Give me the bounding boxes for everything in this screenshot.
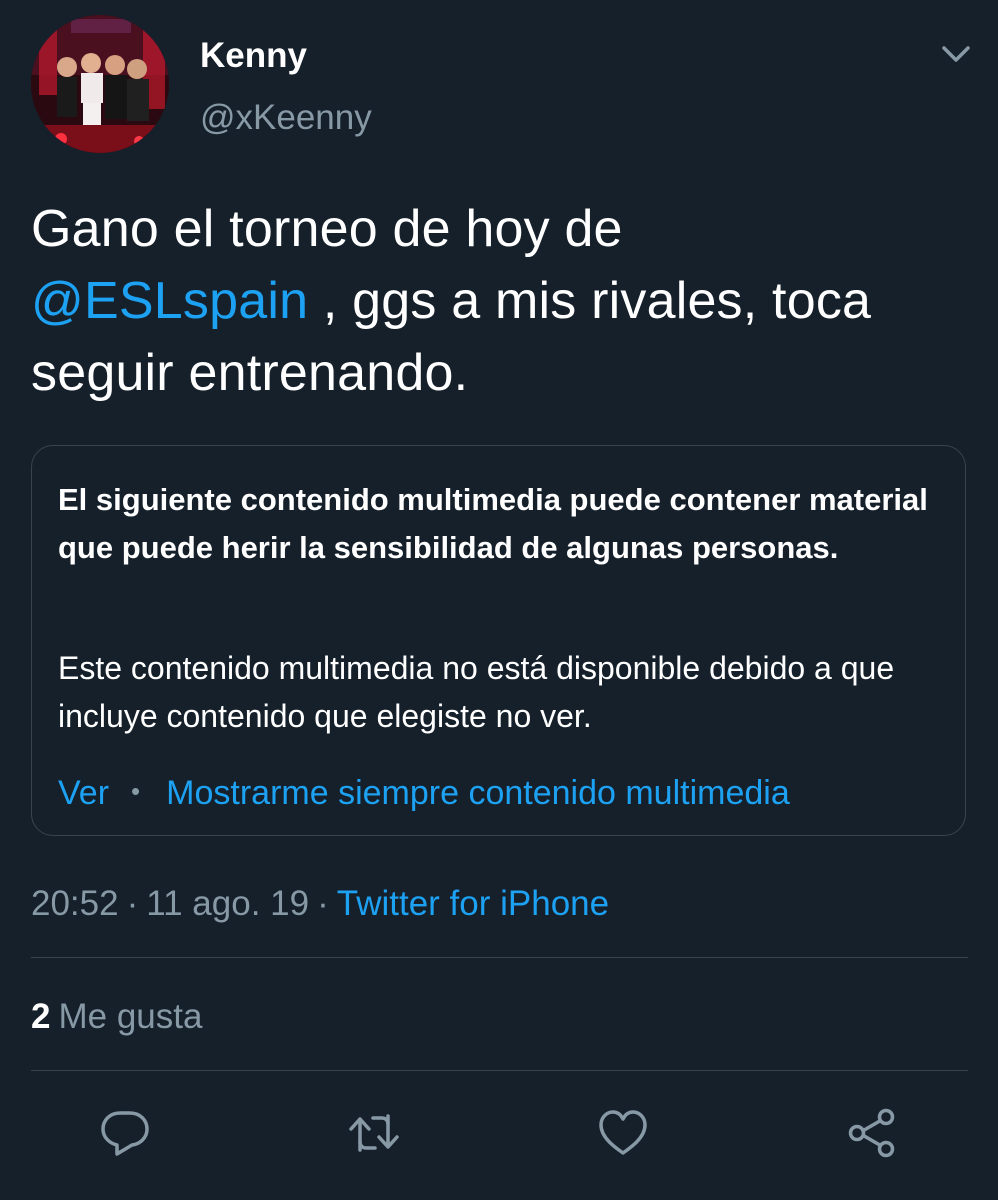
tweet-source-link[interactable]: Twitter for iPhone [337, 884, 609, 923]
divider [31, 957, 968, 958]
view-media-link[interactable]: Ver [58, 774, 109, 812]
retweet-icon [349, 1114, 399, 1152]
author-display-name[interactable]: Kenny [200, 35, 307, 77]
divider [31, 1070, 968, 1071]
avatar-photo [31, 15, 169, 153]
separator-dot: • [131, 776, 141, 806]
like-button[interactable] [596, 1106, 650, 1160]
mention-link[interactable]: @ESLspain [31, 272, 308, 330]
share-icon [848, 1108, 895, 1158]
like-icon [599, 1110, 647, 1155]
likes-count: 2 [31, 997, 51, 1036]
sensitive-media-actions: Ver • Mostrarme siempre contenido multimed… [58, 770, 790, 814]
sensitive-warning-title: El siguiente contenido multimedia puede … [58, 482, 928, 565]
tweet-text: Gano el torneo de hoy de @ESLspain , ggs… [31, 193, 966, 409]
always-show-media-link[interactable]: Mostrarme siempre contenido multimedia [166, 774, 790, 812]
reply-icon [101, 1111, 149, 1156]
chevron-down-icon[interactable] [938, 40, 974, 68]
tweet-date: 11 ago. 19 [146, 884, 310, 923]
share-button[interactable] [845, 1106, 899, 1160]
likes-label: Me gusta [58, 997, 203, 1036]
author-handle[interactable]: @xKeenny [200, 97, 372, 139]
reply-button[interactable] [98, 1106, 152, 1160]
retweet-button[interactable] [347, 1106, 401, 1160]
sensitive-warning-body: Este contenido multimedia no está dispon… [58, 650, 895, 734]
tweet-meta: 20:52 · 11 ago. 19 · Twitter for iPhone [31, 883, 609, 925]
meta-separator: · [126, 884, 139, 923]
tweet-time: 20:52 [31, 884, 119, 923]
meta-separator: · [317, 884, 329, 923]
sensitive-media-card: El siguiente contenido multimedia puede … [31, 445, 966, 836]
likes-summary[interactable]: 2 Me gusta [31, 996, 202, 1038]
avatar[interactable] [31, 15, 169, 153]
tweet-text-part: Gano el torneo de hoy de [31, 200, 623, 258]
